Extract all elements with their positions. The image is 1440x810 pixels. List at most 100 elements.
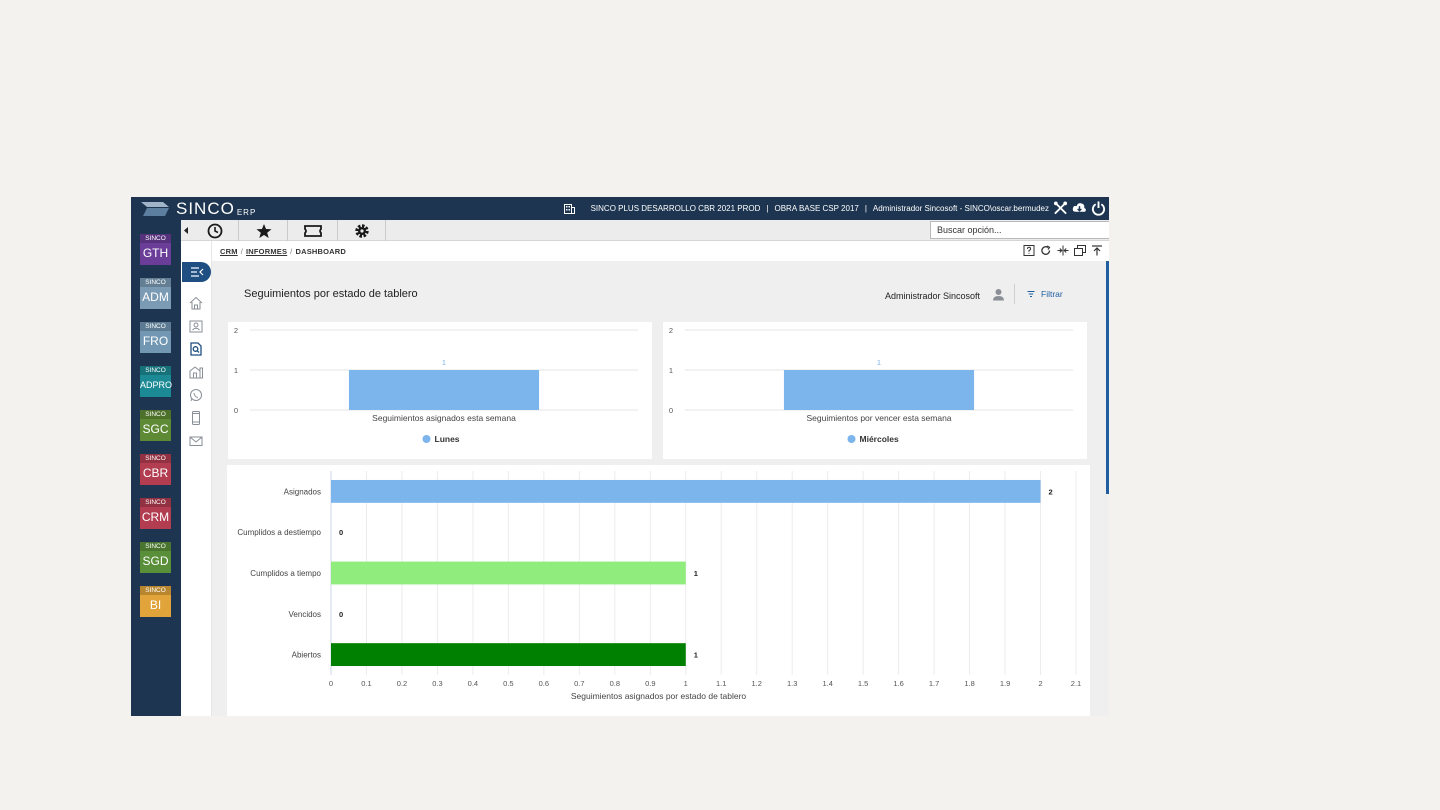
- module-prefix: SINCO: [140, 234, 171, 243]
- chart-asignados-semana: 0 1 2 1 Seguimientos asignados esta semana Lu…: [234, 326, 638, 444]
- session-info: SINCO PLUS DESARROLLO CBR 2021 PROD | OB…: [563, 197, 1049, 220]
- module-gth[interactable]: SINCO GTH: [140, 234, 171, 265]
- dashboard-content: Seguimientos por estado de tablero Admin…: [212, 261, 1109, 716]
- y-category-label: Abiertos: [292, 651, 321, 660]
- tickets-button[interactable]: [289, 220, 338, 241]
- bar: [348, 370, 540, 410]
- dashboard-user: Administrador Sincosoft: [885, 291, 981, 301]
- module-prefix: SINCO: [140, 410, 171, 419]
- help-icon[interactable]: [1023, 245, 1035, 256]
- cloud-download-icon[interactable]: [1072, 200, 1087, 216]
- module-bi[interactable]: SINCO BI: [140, 586, 171, 617]
- bar: [331, 561, 686, 585]
- x-tick-label: 1.4: [822, 679, 832, 688]
- home-icon[interactable]: [189, 296, 203, 310]
- caret-left-icon[interactable]: [183, 226, 189, 235]
- module-sidebar: SINCO GTH SINCO ADM SINCO FRO SINCO ADPRO SI…: [131, 220, 181, 716]
- x-tick-label: 2.1: [1071, 679, 1081, 688]
- bar: [331, 643, 686, 667]
- module-prefix: SINCO: [140, 586, 171, 595]
- breadcrumb-separator: /: [240, 247, 243, 256]
- module-sgd[interactable]: SINCO SGD: [140, 542, 171, 573]
- x-tick-label: 1: [684, 679, 688, 688]
- x-tick-label: 0.1: [361, 679, 371, 688]
- company-label[interactable]: SINCO PLUS DESARROLLO CBR 2021 PROD: [591, 204, 761, 213]
- menu-collapse-button[interactable]: [182, 262, 211, 282]
- scroll-top-icon[interactable]: [1091, 245, 1103, 256]
- chart-panel-asignados-semana: 0 1 2 1 Seguimientos asignados esta semana Lu…: [228, 322, 652, 459]
- y-category-label: Cumplidos a destiempo: [237, 528, 321, 537]
- crm-icon-sidebar: [181, 220, 212, 716]
- data-label: 0: [339, 528, 343, 537]
- report-search-icon[interactable]: [189, 342, 203, 356]
- y-tick-label: 1: [234, 366, 238, 375]
- module-code: GTH: [142, 246, 169, 260]
- module-crm[interactable]: SINCO CRM: [140, 498, 171, 529]
- ticket-icon: [304, 224, 322, 237]
- legend-label: Miércoles: [860, 434, 899, 444]
- sinco-logo[interactable]: SINCO ERP: [139, 199, 256, 218]
- x-tick-label: 0.8: [610, 679, 620, 688]
- module-code: SGC: [142, 422, 169, 436]
- bar: [783, 370, 975, 410]
- clock-icon: [207, 223, 222, 238]
- breadcrumb-informes[interactable]: INFORMES: [246, 247, 287, 256]
- mail-icon[interactable]: [189, 434, 203, 448]
- mobile-icon[interactable]: [189, 411, 203, 425]
- legend-marker: [847, 435, 856, 443]
- module-code: ADPRO: [140, 380, 173, 390]
- star-icon: [256, 223, 271, 238]
- building-icon: [563, 203, 575, 214]
- brand-sub: ERP: [236, 207, 257, 217]
- page-title: Seguimientos por estado de tablero: [244, 288, 418, 300]
- x-tick-label: 1.9: [1000, 679, 1010, 688]
- refresh-icon[interactable]: [1040, 245, 1052, 256]
- favorites-button[interactable]: [240, 220, 288, 241]
- history-button[interactable]: [191, 220, 239, 241]
- top-bar: SINCO ERP SINCO PLUS DESARROLLO CBR 2021…: [131, 197, 1109, 220]
- separator: |: [766, 204, 769, 213]
- x-tick-label: 0: [329, 679, 333, 688]
- module-sgc[interactable]: SINCO SGC: [140, 410, 171, 441]
- x-category-label: Seguimientos por vencer esta semana: [806, 413, 951, 423]
- module-cbr[interactable]: SINCO CBR: [140, 454, 171, 485]
- new-window-icon[interactable]: [1074, 245, 1086, 256]
- breadcrumb-crm[interactable]: CRM: [220, 247, 238, 256]
- power-icon[interactable]: [1091, 200, 1106, 216]
- x-tick-label: 1.6: [893, 679, 903, 688]
- toolbar: [181, 220, 1109, 241]
- data-label: 2: [1049, 487, 1053, 496]
- real-estate-icon[interactable]: [189, 365, 203, 379]
- sinco-logo-icon: [141, 202, 169, 216]
- page-actions: [1023, 245, 1103, 256]
- x-tick-label: 1.2: [751, 679, 761, 688]
- module-prefix: SINCO: [140, 454, 171, 463]
- brand-name: SINCO: [176, 198, 235, 218]
- data-label: 1: [694, 569, 698, 578]
- module-code: BI: [149, 598, 162, 612]
- breadcrumb-row: CRM / INFORMES / DASHBOARD: [212, 241, 1109, 261]
- chart-por-vencer: 0 1 2 1 Seguimientos por vencer esta semana M…: [669, 326, 1073, 444]
- module-fro[interactable]: SINCO FRO: [140, 322, 171, 353]
- tools-icon[interactable]: [1053, 200, 1068, 216]
- filter-label: Filtrar: [1041, 289, 1063, 299]
- module-prefix: SINCO: [140, 278, 171, 287]
- module-adpro[interactable]: SINCO ADPRO: [140, 366, 173, 397]
- breadcrumb: CRM / INFORMES / DASHBOARD: [220, 247, 346, 256]
- user-label[interactable]: Administrador Sincosoft - SINCO\oscar.be…: [873, 204, 1049, 213]
- project-label[interactable]: OBRA BASE CSP 2017: [775, 204, 859, 213]
- split-view-icon[interactable]: [1057, 245, 1069, 256]
- module-prefix: SINCO: [140, 542, 171, 551]
- settings-button[interactable]: [338, 220, 386, 241]
- whatsapp-icon[interactable]: [189, 388, 203, 402]
- user-icon[interactable]: [992, 288, 1005, 301]
- search-input[interactable]: [930, 221, 1109, 239]
- module-adm[interactable]: SINCO ADM: [140, 278, 171, 309]
- contact-card-icon[interactable]: [189, 319, 203, 333]
- x-tick-label: 0.7: [574, 679, 584, 688]
- filter-button[interactable]: Filtrar: [1027, 288, 1063, 300]
- x-tick-label: 0.4: [468, 679, 478, 688]
- scroll-indicator[interactable]: [1106, 261, 1109, 494]
- data-label: 0: [339, 610, 343, 619]
- breadcrumb-separator: /: [290, 247, 293, 256]
